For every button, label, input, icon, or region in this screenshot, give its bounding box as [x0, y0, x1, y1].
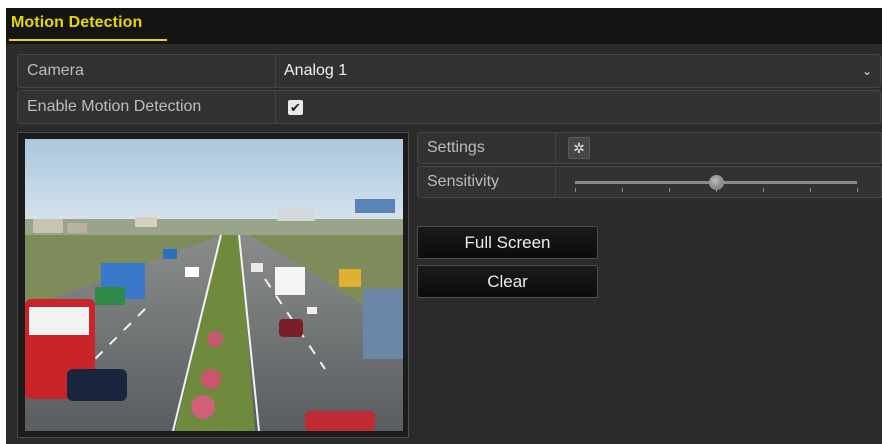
gear-icon[interactable]: ✲ [568, 137, 590, 159]
camera-preview-image [25, 139, 403, 431]
sensitivity-slider-track[interactable] [575, 175, 857, 190]
enable-motion-checkbox[interactable]: ✔ [288, 100, 303, 115]
camera-label: Camera [18, 55, 276, 87]
slider-tick [716, 188, 717, 192]
slider-tick [622, 188, 623, 192]
title-underline [9, 39, 167, 41]
camera-preview[interactable] [17, 132, 409, 438]
chevron-down-icon[interactable]: ⌄ [862, 64, 872, 78]
settings-row: Settings ✲ [417, 132, 882, 164]
camera-select[interactable]: Camera Analog 1 ⌄ [17, 54, 881, 88]
clear-button[interactable]: Clear [417, 265, 598, 298]
enable-motion-row: Enable Motion Detection ✔ [17, 90, 881, 124]
sensitivity-label: Sensitivity [418, 167, 556, 197]
camera-value[interactable]: Analog 1 [284, 55, 347, 87]
slider-tick [575, 188, 576, 192]
sensitivity-slider-ticks [575, 188, 858, 193]
sensitivity-row: Sensitivity [417, 166, 882, 198]
settings-label: Settings [418, 133, 556, 163]
enable-motion-label: Enable Motion Detection [18, 91, 276, 123]
header-bar: Motion Detection [6, 8, 882, 44]
full-screen-button[interactable]: Full Screen [417, 226, 598, 259]
page-title: Motion Detection [11, 14, 143, 31]
slider-tick [810, 188, 811, 192]
slider-tick [669, 188, 670, 192]
slider-tick [763, 188, 764, 192]
motion-detection-panel: Motion Detection Camera Analog 1 ⌄ Enabl… [6, 8, 882, 444]
slider-tick [857, 188, 858, 192]
